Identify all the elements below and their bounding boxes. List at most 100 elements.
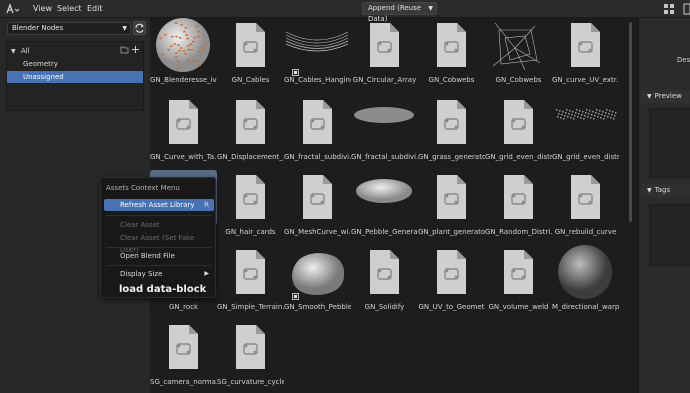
asset-item[interactable]: GN_Random_Distri...	[485, 170, 552, 237]
node-group-file-icon	[552, 170, 619, 225]
asset-label: GN_fractal_subdivi...	[284, 153, 351, 161]
grid-view-icon[interactable]	[663, 3, 675, 15]
add-icon[interactable]	[131, 45, 140, 54]
open-blend-file-item[interactable]: Open Blend File	[104, 250, 214, 262]
tags-panel-header[interactable]: ▼ Tags	[641, 184, 690, 197]
node-group-file-icon	[284, 95, 351, 150]
asset-label: M_directional_warp	[552, 303, 619, 311]
divider	[106, 265, 212, 266]
node-group-file-icon	[150, 95, 217, 150]
sidebar-toggle-icon[interactable]	[682, 3, 690, 15]
asset-item[interactable]: GN_MeshCurve_wi...	[284, 170, 351, 237]
asset-item[interactable]: GN_Smooth_Pebble	[284, 245, 351, 312]
asset-label: GN_Curve_with_Ta...	[150, 153, 217, 161]
catalog-item-geometry[interactable]: Geometry	[7, 58, 143, 70]
asset-label: GN_Simple_Terrain...	[217, 303, 284, 311]
asset-label: GN_fractal_subdivi...	[351, 153, 418, 161]
catalog-item-unassigned[interactable]: Unassigned	[7, 71, 143, 83]
asset-item[interactable]: GN_fractal_subdivi...	[284, 95, 351, 162]
asset-label: SG_curvature_cycle	[217, 378, 284, 386]
asset-preview-thumbnail	[351, 170, 418, 225]
asset-label: GN_UV_to_Geomet	[418, 303, 485, 311]
asset-item[interactable]: GN_plant_generato...	[418, 170, 485, 237]
asset-item[interactable]: GN_Displacement_...	[217, 95, 284, 162]
display-size-item[interactable]: Display Size ▶	[104, 268, 214, 280]
asset-label: GN_grid_even_distr	[485, 153, 552, 161]
refresh-icon	[135, 23, 144, 33]
clear-asset-item[interactable]: Clear Asset	[104, 219, 214, 231]
asset-label: GN_volume_weld	[488, 303, 549, 311]
asset-label: GN_Blenderesse_iv...	[150, 76, 217, 84]
scrollbar-thumb[interactable]	[629, 22, 632, 222]
menu-item-label: Open Blend File	[120, 252, 175, 260]
asset-item[interactable]: GN_Cables	[217, 18, 284, 85]
asset-mark-icon	[292, 69, 299, 76]
asset-preview-thumbnail	[552, 95, 619, 150]
asset-preview-thumbnail	[485, 18, 552, 73]
node-group-file-icon	[351, 18, 418, 73]
menu-edit[interactable]: Edit	[87, 4, 103, 13]
asset-item[interactable]: GN_fractal_subdivi...	[351, 95, 418, 162]
asset-browser-editor-icon[interactable]	[5, 3, 23, 15]
asset-item[interactable]: GN_Curve_with_Ta...	[150, 95, 217, 162]
menu-select[interactable]: Select	[57, 4, 82, 13]
expand-arrow-icon[interactable]: ▼	[11, 48, 16, 55]
asset-item[interactable]: GN_volume_weld	[485, 245, 552, 312]
new-catalog-icon[interactable]	[120, 45, 129, 54]
asset-item[interactable]: GN_curve_UV_extr...	[552, 18, 619, 85]
asset-item[interactable]: GN_Simple_Terrain...	[217, 245, 284, 312]
asset-item[interactable]: GN_grid_even_distr	[485, 95, 552, 162]
node-group-file-icon	[217, 18, 284, 73]
asset-library-dropdown[interactable]: Blender Nodes ▼	[7, 22, 131, 35]
asset-label: GN_Cobwebs	[428, 76, 475, 84]
refresh-asset-library-item[interactable]: Refresh Asset Library R	[104, 199, 214, 211]
asset-label: GN_MeshCurve_wi...	[284, 228, 351, 236]
asset-item[interactable]: GN_Blenderesse_iv...	[150, 18, 217, 85]
node-group-file-icon	[351, 245, 418, 300]
divider	[106, 215, 212, 216]
asset-label: GN_rock	[168, 303, 199, 311]
asset-label: GN_grid_even_distr	[552, 153, 619, 161]
node-group-file-icon	[485, 245, 552, 300]
asset-item[interactable]: M_directional_warp	[552, 245, 619, 312]
asset-label: GN_plant_generato...	[418, 228, 485, 236]
asset-item[interactable]: SG_camera_norma...	[150, 320, 217, 387]
node-group-file-icon	[485, 170, 552, 225]
tags-list	[649, 204, 690, 266]
asset-label: SG_camera_norma...	[150, 378, 217, 386]
shortcut-label: R	[204, 201, 209, 209]
divider	[106, 247, 212, 248]
asset-label: GN_rebuild_curve	[554, 228, 617, 236]
asset-item[interactable]: GN_Solidify	[351, 245, 418, 312]
asset-preview-thumbnail	[552, 245, 619, 300]
preview-panel-header[interactable]: ▼ Preview	[641, 90, 690, 103]
submenu-arrow-icon: ▶	[204, 270, 209, 277]
asset-item[interactable]: GN_grass_generator	[418, 95, 485, 162]
asset-library-value: Blender Nodes	[12, 24, 64, 32]
import-method-dropdown[interactable]: Append (Reuse Data) ▼	[362, 2, 437, 23]
asset-item[interactable]: GN_Pebble_Genera...	[351, 170, 418, 237]
node-group-file-icon	[418, 95, 485, 150]
catalog-label: Unassigned	[23, 73, 64, 81]
asset-label: GN_Cobwebs	[495, 76, 542, 84]
tags-label: Tags	[654, 186, 671, 194]
asset-item[interactable]: SG_curvature_cycle	[217, 320, 284, 387]
asset-item[interactable]: GN_rebuild_curve	[552, 170, 619, 237]
node-group-file-icon	[150, 320, 217, 375]
menu-view[interactable]: View	[33, 4, 52, 13]
node-group-file-icon	[217, 245, 284, 300]
asset-item[interactable]: GN_Circular_Array	[351, 18, 418, 85]
asset-item[interactable]: GN_UV_to_Geomet	[418, 245, 485, 312]
asset-scrollbar[interactable]	[626, 18, 635, 393]
asset-details-panel: Desc ▼Preview ▼Tags	[638, 18, 690, 393]
preview-label: Preview	[654, 92, 682, 100]
expand-arrow-icon: ▼	[647, 187, 652, 194]
asset-item[interactable]: GN_Cobwebs	[485, 18, 552, 85]
refresh-library-button[interactable]	[133, 21, 146, 35]
asset-item[interactable]: GN_grid_even_distr	[552, 95, 619, 162]
clear-asset-fake-user-item[interactable]: Clear Asset (Set Fake User)	[104, 232, 214, 254]
asset-item[interactable]: GN_Cobwebs	[418, 18, 485, 85]
asset-item[interactable]: GN_hair_cards	[217, 170, 284, 237]
node-group-file-icon	[284, 170, 351, 225]
asset-preview-thumbnail	[284, 245, 351, 300]
